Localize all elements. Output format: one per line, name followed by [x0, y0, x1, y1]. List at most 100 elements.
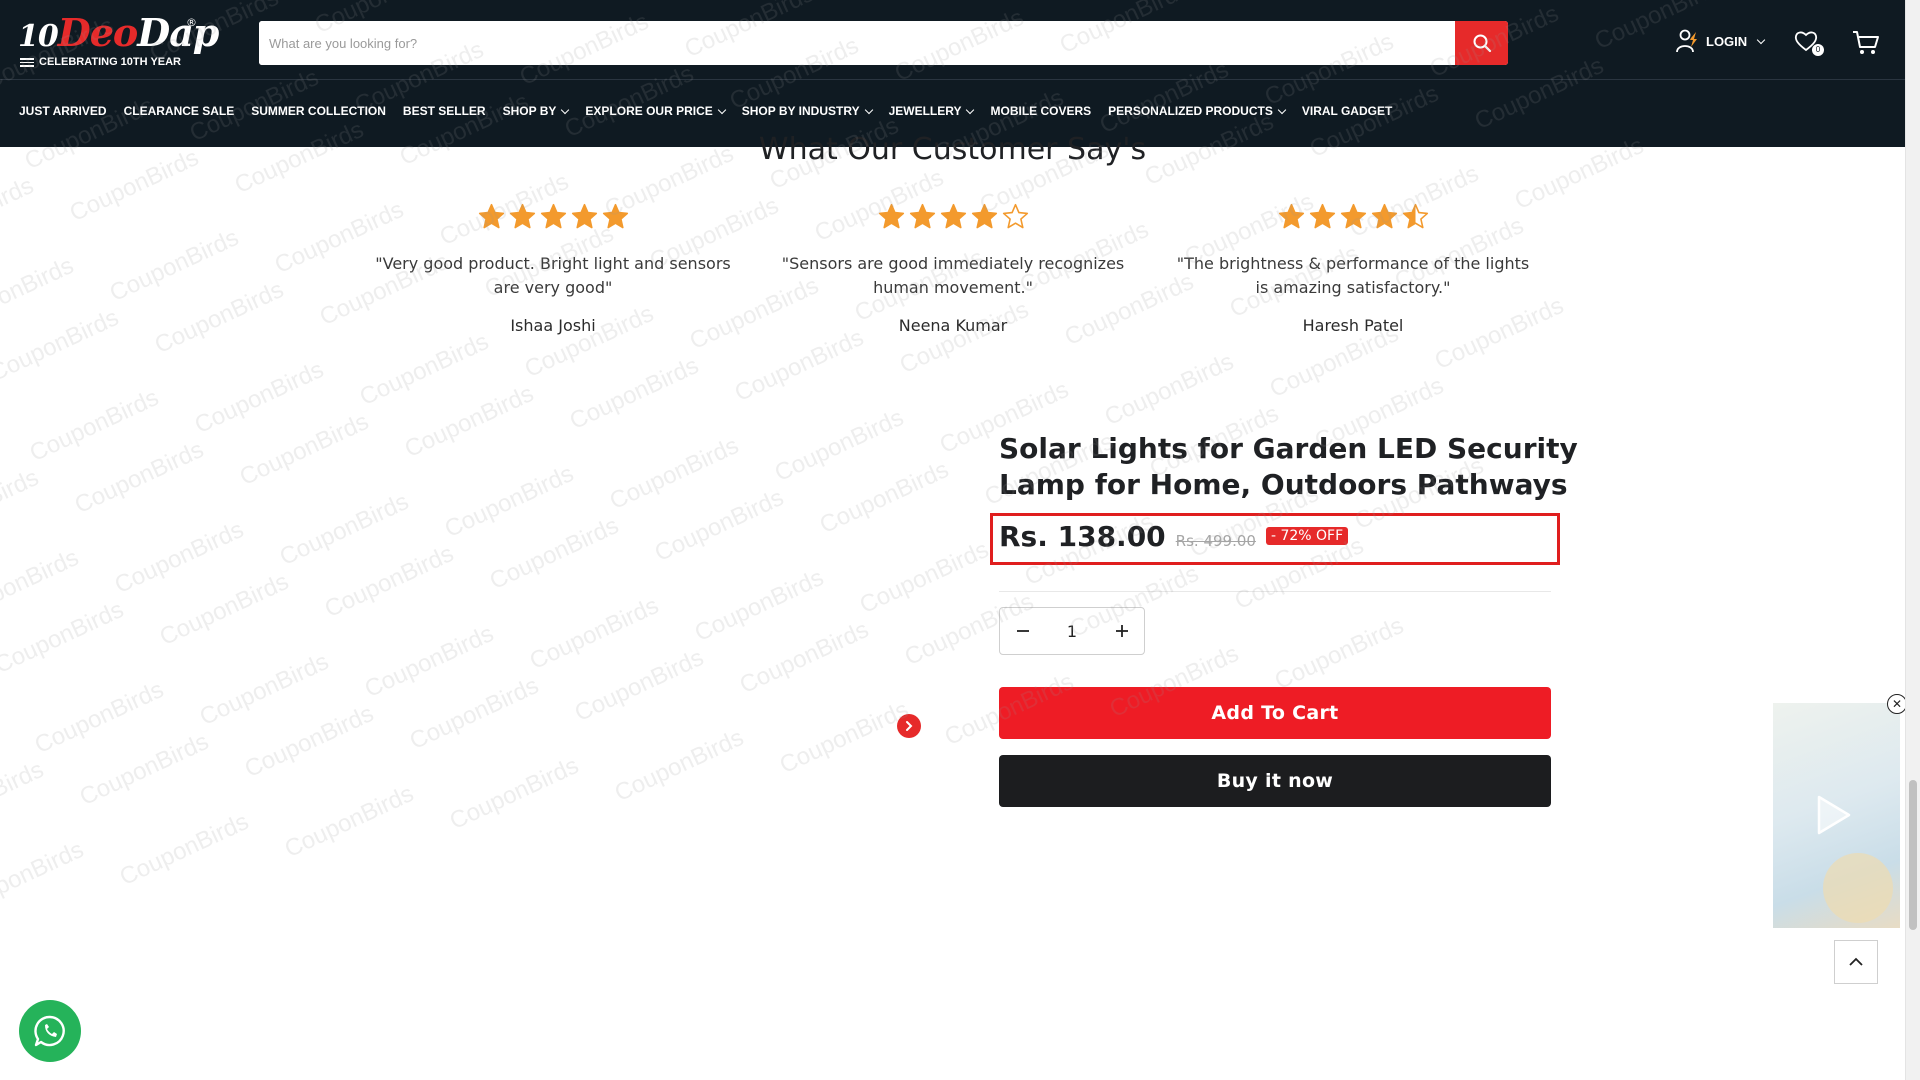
watermark-text: CouponBirds [0, 463, 43, 548]
watermark-text: CouponBirds [1270, 611, 1408, 696]
watermark-text: CouponBirds [155, 567, 293, 652]
watermark-text: CouponBirds [815, 455, 953, 540]
whatsapp-icon [34, 1015, 65, 1047]
search-bar [259, 21, 1508, 65]
play-icon[interactable] [1813, 793, 1853, 837]
review-quote: "Sensors are good immediately recognizes… [781, 254, 1125, 297]
nav-item-explore-our-price[interactable]: EXPLORE OUR PRICE [585, 104, 727, 118]
star-filled-icon [1371, 203, 1397, 228]
main-nav: JUST ARRIVED CLEARANCE SALE SUMMER COLLE… [19, 104, 1392, 118]
nav-item-summer-collection[interactable]: SUMMER COLLECTION [251, 104, 386, 118]
search-icon [1473, 34, 1491, 53]
chevron-down-icon [561, 105, 570, 114]
site-logo[interactable]: 10DeoDap ® CELEBRATING 10TH YEAR [18, 10, 219, 68]
watermark-text: CouponBirds [240, 699, 378, 784]
star-filled-icon [940, 203, 966, 228]
review-card: "Sensors are good immediately recognizes… [773, 200, 1133, 335]
nav-item-shop-by-industry[interactable]: SHOP BY INDUSTRY [742, 104, 873, 118]
buy-now-button[interactable]: Buy it now [999, 755, 1551, 807]
watermark-text: CouponBirds [610, 723, 748, 808]
quantity-decrease-button[interactable] [1000, 608, 1045, 654]
review-card: "The brightness & performance of the lig… [1173, 200, 1533, 335]
watermark-text: CouponBirds [25, 383, 163, 468]
nav-item-clearance-sale[interactable]: CLEARANCE SALE [124, 104, 235, 118]
watermark-text: CouponBirds [770, 403, 908, 488]
nav-item-jewellery[interactable]: JEWELLERY [889, 104, 975, 118]
watermark-text: CouponBirds [1100, 347, 1238, 432]
star-rating [1173, 200, 1533, 232]
watermark-text: CouponBirds [30, 675, 168, 760]
star-empty-icon [1002, 203, 1028, 228]
search-input[interactable] [259, 21, 1454, 65]
watermark-text: CouponBirds [405, 671, 543, 756]
watermark-text: CouponBirds [735, 615, 873, 700]
nav-item-personalized-products[interactable]: PERSONALIZED PRODUCTS [1108, 104, 1287, 118]
add-to-cart-button[interactable]: Add To Cart [999, 687, 1551, 739]
watermark-text: CouponBirds [280, 779, 418, 864]
watermark-text: CouponBirds [565, 351, 703, 436]
star-filled-icon [602, 203, 628, 228]
watermark-text: CouponBirds [0, 171, 38, 256]
review-card: "Very good product. Bright light and sen… [373, 200, 733, 335]
watermark-text: CouponBirds [105, 223, 243, 308]
star-filled-icon [478, 203, 504, 228]
scrollbar-thumb[interactable] [1909, 780, 1917, 930]
star-filled-icon [971, 203, 997, 228]
watermark-text: CouponBirds [690, 563, 828, 648]
watermark-text: CouponBirds [150, 275, 288, 360]
watermark-text: CouponBirds [190, 355, 328, 440]
watermark-text: CouponBirds [75, 727, 213, 812]
watermark-text: CouponBirds [275, 487, 413, 572]
quantity-increase-button[interactable] [1099, 608, 1144, 654]
watermark-text: CouponBirds [360, 619, 498, 704]
watermark-text: CouponBirds [855, 535, 993, 620]
chevron-down-icon [1277, 105, 1287, 114]
chevron-up-icon [1849, 957, 1863, 966]
video-close-button[interactable]: ✕ [1887, 694, 1907, 714]
nav-item-viral-gadget[interactable]: VIRAL GADGET [1302, 104, 1392, 118]
nav-item-mobile-covers[interactable]: MOBILE COVERS [990, 104, 1091, 118]
minus-icon [1016, 630, 1029, 632]
star-rating [373, 200, 733, 232]
user-icon [1676, 29, 1697, 53]
watermark-text: CouponBirds [320, 539, 458, 624]
nav-item-best-seller[interactable]: BEST SELLER [403, 104, 486, 118]
watermark-text: CouponBirds [0, 543, 83, 628]
cart-button[interactable] [1852, 30, 1882, 60]
watermark-text: CouponBirds [235, 407, 373, 492]
star-filled-icon [909, 203, 935, 228]
nav-item-shop-by[interactable]: SHOP BY [503, 104, 570, 118]
testimonials-title: What Our Customer Say's [758, 132, 1147, 167]
search-button[interactable] [1455, 21, 1508, 65]
star-filled-icon [509, 203, 535, 228]
watermark-text: CouponBirds [570, 643, 708, 728]
watermark-text: CouponBirds [605, 431, 743, 516]
watermark-text: CouponBirds [525, 591, 663, 676]
star-filled-icon [878, 203, 904, 228]
menu-icon [20, 57, 34, 67]
site-header: 10DeoDap ® CELEBRATING 10TH YEAR LOGIN 0… [0, 0, 1905, 147]
gallery-next-button[interactable] [897, 714, 921, 738]
watermark-text: CouponBirds [0, 303, 123, 388]
watermark-text: CouponBirds [195, 647, 333, 732]
watermark-text: CouponBirds [730, 323, 868, 408]
review-quote: "The brightness & performance of the lig… [1176, 254, 1530, 297]
watermark-text: CouponBirds [0, 755, 48, 840]
quantity-input[interactable] [1045, 615, 1099, 647]
star-half-icon [1402, 203, 1428, 228]
login-button[interactable]: LOGIN [1676, 26, 1766, 56]
logo-registered-mark: ® [186, 16, 197, 29]
back-to-top-button[interactable] [1834, 940, 1878, 984]
whatsapp-button[interactable] [19, 1000, 81, 1062]
star-filled-icon [1309, 203, 1335, 228]
review-author: Neena Kumar [898, 316, 1008, 335]
video-popup[interactable] [1773, 703, 1900, 928]
divider [999, 591, 1551, 592]
chevron-down-icon [1756, 35, 1766, 44]
review-quote: "Very good product. Bright light and sen… [375, 254, 731, 297]
watermark-text: CouponBirds [485, 511, 623, 596]
quantity-stepper [999, 607, 1145, 655]
wishlist-button[interactable]: 0 [1794, 30, 1824, 60]
page-scrollbar[interactable] [1905, 0, 1920, 1080]
nav-item-just-arrived[interactable]: JUST ARRIVED [19, 104, 107, 118]
